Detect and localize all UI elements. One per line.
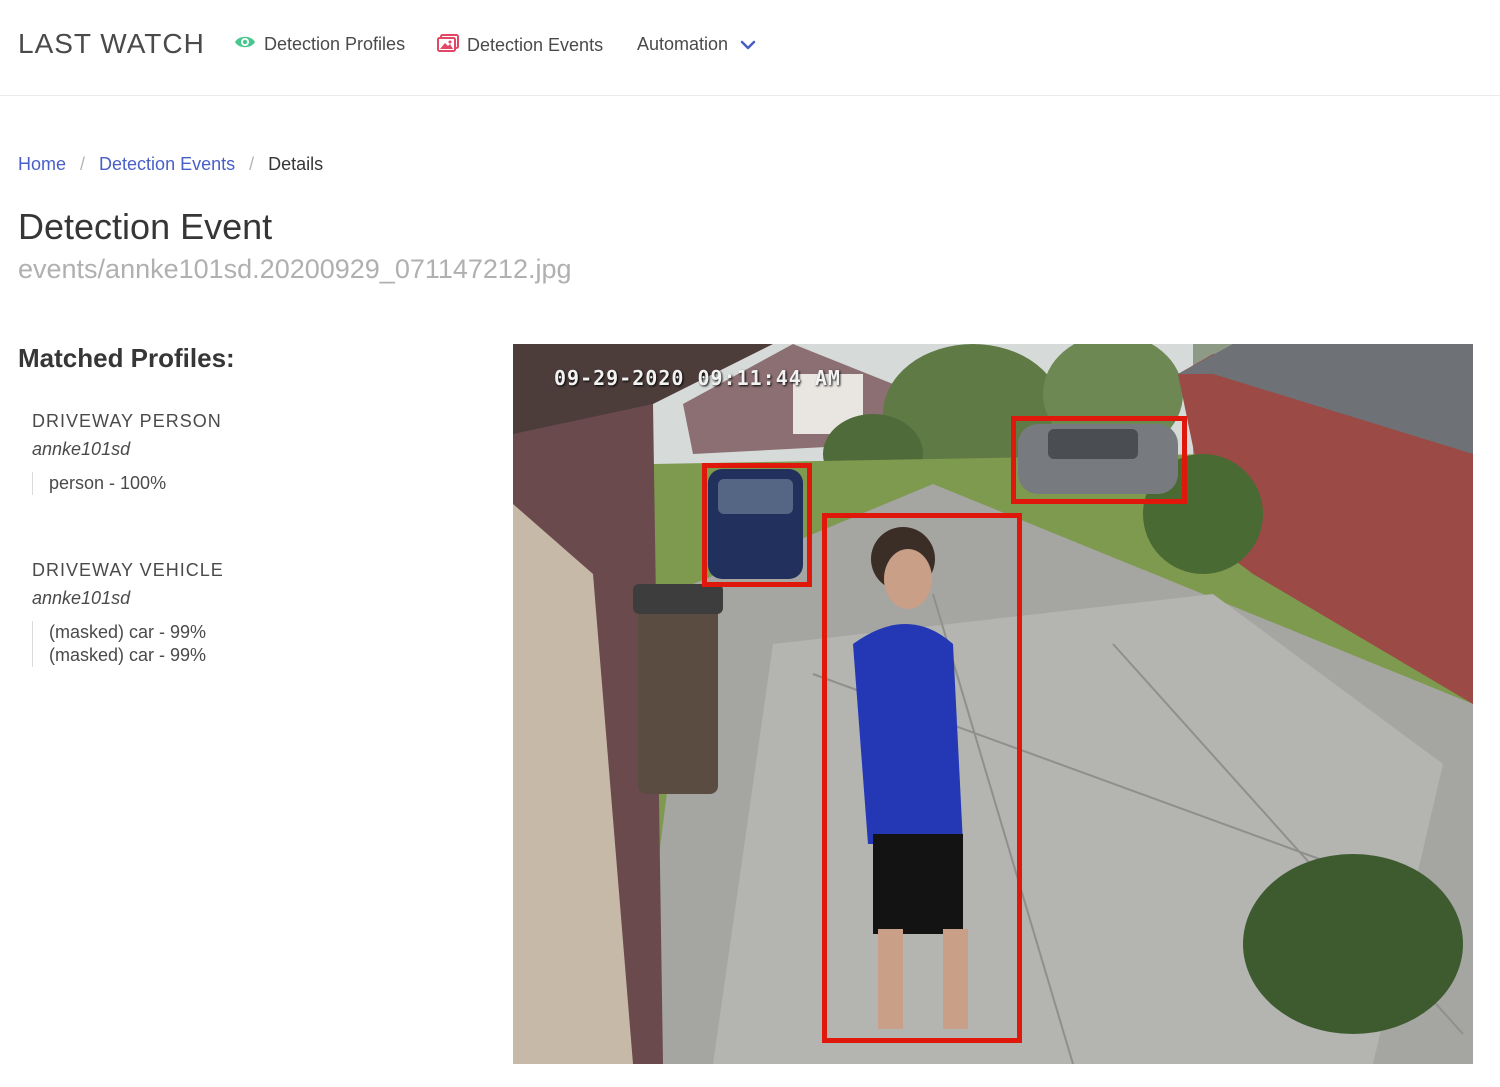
nav-detection-profiles[interactable]: Detection Profiles [234, 34, 405, 55]
image-gallery-icon [437, 34, 459, 57]
match-list: person - 100% [32, 472, 452, 495]
profile-name[interactable]: DRIVEWAY VEHICLE [32, 560, 452, 581]
match-list: (masked) car - 99% (masked) car - 99% [32, 621, 452, 667]
breadcrumb: Home / Detection Events / Details [18, 154, 323, 175]
breadcrumb-detection-events[interactable]: Detection Events [99, 154, 235, 175]
camera-timestamp: 09-29-2020 09:11:44 AM [554, 366, 841, 390]
event-snapshot-image: 09-29-2020 09:11:44 AM [513, 344, 1473, 1064]
detection-box-person [822, 513, 1022, 1043]
nav-automation-dropdown[interactable]: Automation [637, 34, 756, 55]
nav-detection-events[interactable]: Detection Events [437, 34, 603, 57]
match-item: (masked) car - 99% [49, 622, 207, 642]
nav-detection-profiles-label: Detection Profiles [264, 34, 406, 54]
chevron-down-icon [740, 34, 756, 55]
detection-box-car [1011, 416, 1187, 504]
eye-icon [234, 34, 256, 55]
breadcrumb-current: Details [268, 154, 324, 174]
breadcrumb-home[interactable]: Home [18, 154, 66, 175]
profile-camera: annke101sd [32, 439, 131, 459]
detection-box-car [702, 463, 812, 587]
breadcrumb-separator: / [80, 154, 86, 174]
profile-name[interactable]: DRIVEWAY PERSON [32, 411, 452, 432]
breadcrumb-separator: / [249, 154, 255, 174]
page-title: Detection Event [18, 206, 273, 247]
nav-detection-events-label: Detection Events [467, 35, 604, 55]
matched-profile: DRIVEWAY PERSON annke101sd person - 100% [32, 411, 452, 495]
matched-profile: DRIVEWAY VEHICLE annke101sd (masked) car… [32, 560, 452, 667]
brand-logo[interactable]: LAST WATCH [18, 28, 205, 60]
matched-profiles-heading: Matched Profiles: [18, 343, 235, 373]
match-item: person - 100% [49, 473, 167, 493]
page-subtitle: events/annke101sd.20200929_071147212.jpg [18, 254, 572, 284]
top-navbar: LAST WATCH Detection Profiles Detection … [0, 0, 1500, 96]
nav-automation-label: Automation [637, 34, 729, 54]
profile-camera: annke101sd [32, 588, 131, 608]
match-item: (masked) car - 99% [49, 645, 207, 665]
